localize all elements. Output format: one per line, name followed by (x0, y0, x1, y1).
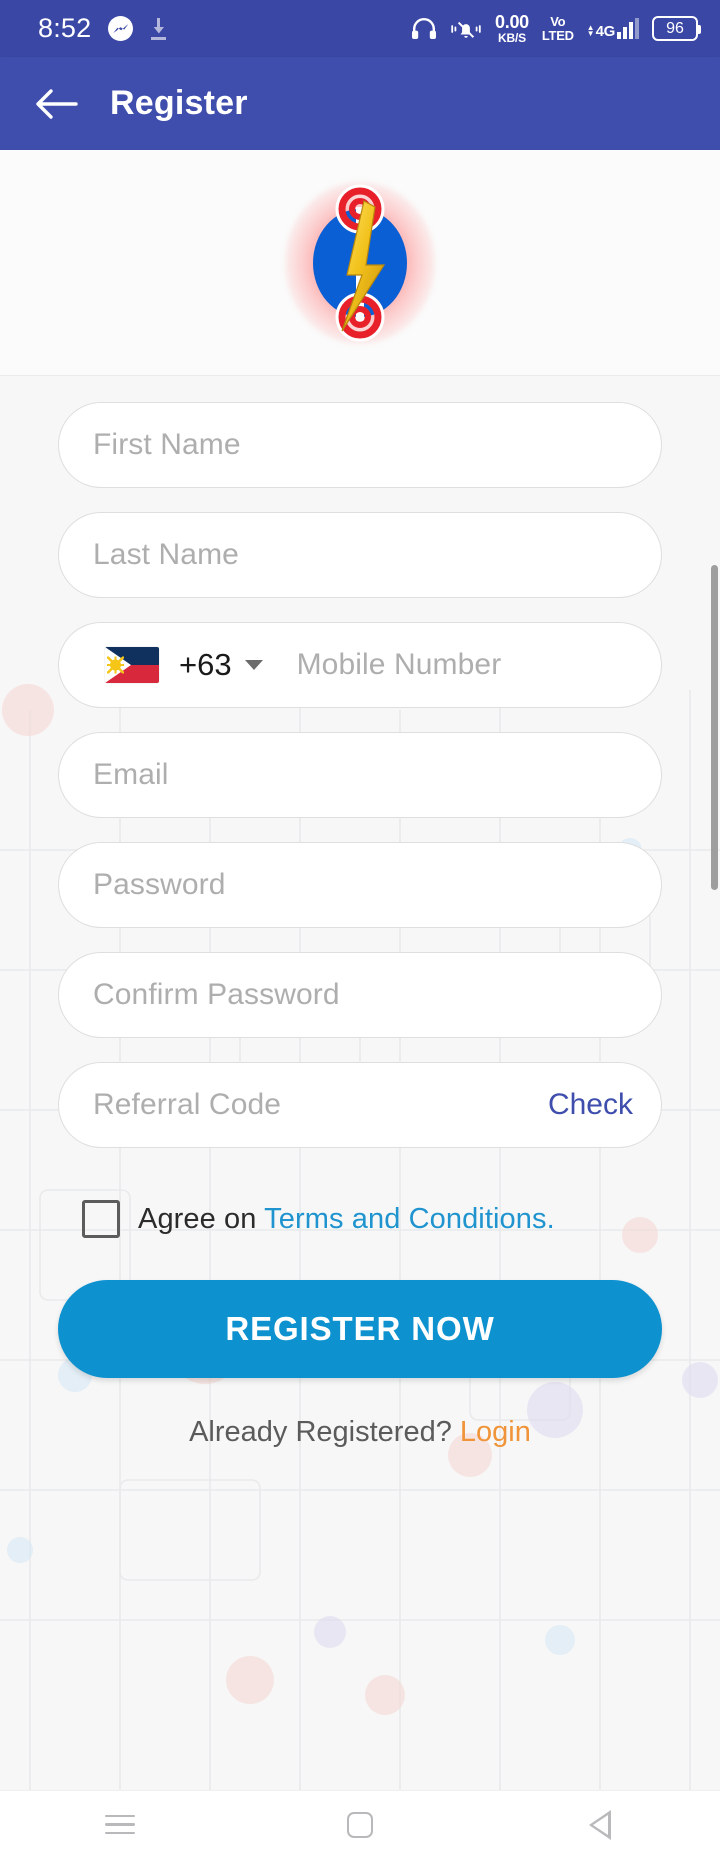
logo-area (0, 150, 720, 375)
network-type-label: 4G (595, 22, 616, 40)
volte-icon: Vo LTED (541, 14, 574, 43)
already-registered-label: Already Registered? (189, 1416, 460, 1448)
first-name-placeholder: First Name (93, 428, 241, 461)
agree-terms-checkbox[interactable] (82, 1200, 120, 1238)
menu-icon (105, 1809, 135, 1841)
terms-text: Agree on Terms and Conditions. (138, 1203, 555, 1236)
download-icon (150, 17, 167, 40)
login-link[interactable]: Login (460, 1416, 531, 1448)
referral-code-field[interactable]: Referral Code Check (58, 1062, 662, 1148)
first-name-field[interactable]: First Name (58, 402, 662, 488)
scrollbar-thumb[interactable] (711, 565, 718, 890)
password-placeholder: Password (93, 868, 226, 901)
chevron-down-icon[interactable] (244, 660, 263, 670)
headset-icon (411, 17, 437, 40)
back-button[interactable] (30, 78, 82, 130)
registration-form: First Name Last Name +63 Mobile Number E… (0, 376, 720, 1449)
home-square-icon (347, 1811, 373, 1838)
register-now-button[interactable]: REGISTER NOW (58, 1280, 662, 1378)
battery-level-label: 96 (666, 19, 684, 37)
network-speed-value: 0.00 (495, 12, 529, 32)
network-speed-indicator: 0.00 KB/S (495, 13, 529, 44)
philippines-flag-icon (105, 647, 159, 683)
terms-and-conditions-link[interactable]: Terms and Conditions. (264, 1203, 555, 1235)
register-screen: 8:52 0.00 KB/S Vo LTED ▲ ▼ 4G 96 Registe… (0, 0, 720, 1858)
back-triangle-icon (589, 1809, 611, 1840)
confirm-password-field[interactable]: Confirm Password (58, 952, 662, 1038)
terms-prefix: Agree on (138, 1202, 265, 1235)
arrow-left-icon (36, 88, 78, 119)
messenger-icon (108, 16, 134, 41)
already-registered-row: Already Registered? Login (58, 1416, 662, 1449)
signal-indicator: ▲ ▼ 4G (586, 17, 639, 40)
lightning-bolt-logo (285, 181, 435, 344)
country-dial-code[interactable]: +63 (179, 647, 232, 683)
data-transfer-arrows-icon: ▲ ▼ (586, 23, 595, 38)
status-bar: 8:52 0.00 KB/S Vo LTED ▲ ▼ 4G 96 (0, 0, 720, 57)
status-bar-right: 0.00 KB/S Vo LTED ▲ ▼ 4G 96 (411, 13, 701, 44)
network-speed-unit: KB/S (498, 31, 526, 45)
mobile-number-placeholder: Mobile Number (296, 648, 502, 681)
system-navigation-bar (0, 1790, 720, 1858)
terms-agreement-row: Agree on Terms and Conditions. (82, 1200, 662, 1238)
signal-bars-icon (617, 17, 639, 39)
status-clock: 8:52 (38, 13, 92, 43)
page-title: Register (110, 84, 248, 122)
home-button[interactable] (300, 1791, 420, 1858)
referral-code-placeholder: Referral Code (93, 1088, 282, 1121)
app-bar: Register (0, 57, 720, 150)
mobile-number-field[interactable]: +63 Mobile Number (58, 622, 662, 708)
check-referral-button[interactable]: Check (548, 1088, 633, 1122)
back-nav-button[interactable] (540, 1791, 660, 1858)
email-placeholder: Email (93, 758, 169, 791)
recents-button[interactable] (60, 1791, 180, 1858)
last-name-placeholder: Last Name (93, 538, 239, 571)
bell-vibrate-off-icon (450, 18, 482, 40)
register-form-scroll[interactable]: First Name Last Name +63 Mobile Number E… (0, 150, 720, 1790)
confirm-password-placeholder: Confirm Password (93, 978, 340, 1011)
battery-indicator: 96 (652, 16, 701, 41)
status-bar-left: 8:52 (38, 15, 167, 42)
last-name-field[interactable]: Last Name (58, 512, 662, 598)
password-field[interactable]: Password (58, 842, 662, 928)
email-field[interactable]: Email (58, 732, 662, 818)
